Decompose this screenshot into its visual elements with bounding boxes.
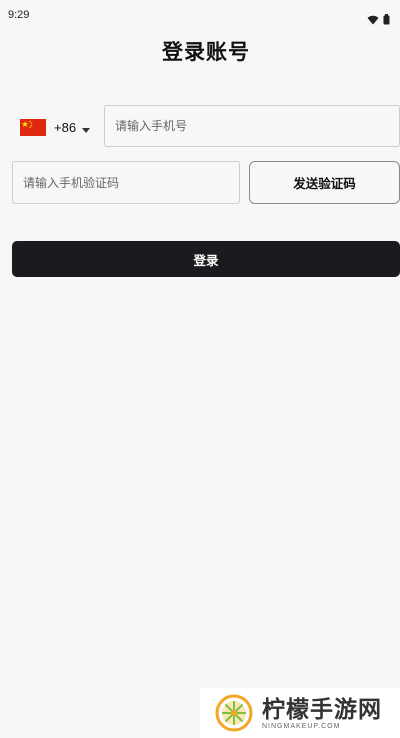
- lemon-logo-icon: [214, 693, 254, 733]
- status-time: 9:29: [8, 9, 30, 21]
- verification-row: 发送验证码: [12, 161, 400, 205]
- watermark-title: 柠檬手游网: [262, 696, 382, 723]
- status-icons: [367, 10, 390, 29]
- watermark-text: 柠檬手游网 NINGMAKEUP.COM: [262, 697, 382, 730]
- battery-icon: [383, 10, 390, 29]
- login-button[interactable]: 登录: [12, 241, 400, 277]
- country-code-picker[interactable]: +86: [12, 105, 100, 149]
- status-bar: 9:29: [0, 0, 400, 30]
- caret-down-icon: [82, 118, 91, 137]
- page-title: 登录账号: [162, 40, 250, 64]
- watermark-url: NINGMAKEUP.COM: [262, 722, 341, 730]
- country-code: +86: [54, 119, 77, 135]
- phone-row: +86: [12, 105, 400, 149]
- wifi-icon: [367, 10, 379, 29]
- phone-number-input[interactable]: [104, 105, 400, 147]
- send-code-button[interactable]: 发送验证码: [249, 161, 400, 204]
- verification-code-input[interactable]: [12, 161, 240, 204]
- watermark: 柠檬手游网 NINGMAKEUP.COM: [200, 688, 400, 738]
- china-flag-icon: [20, 118, 46, 136]
